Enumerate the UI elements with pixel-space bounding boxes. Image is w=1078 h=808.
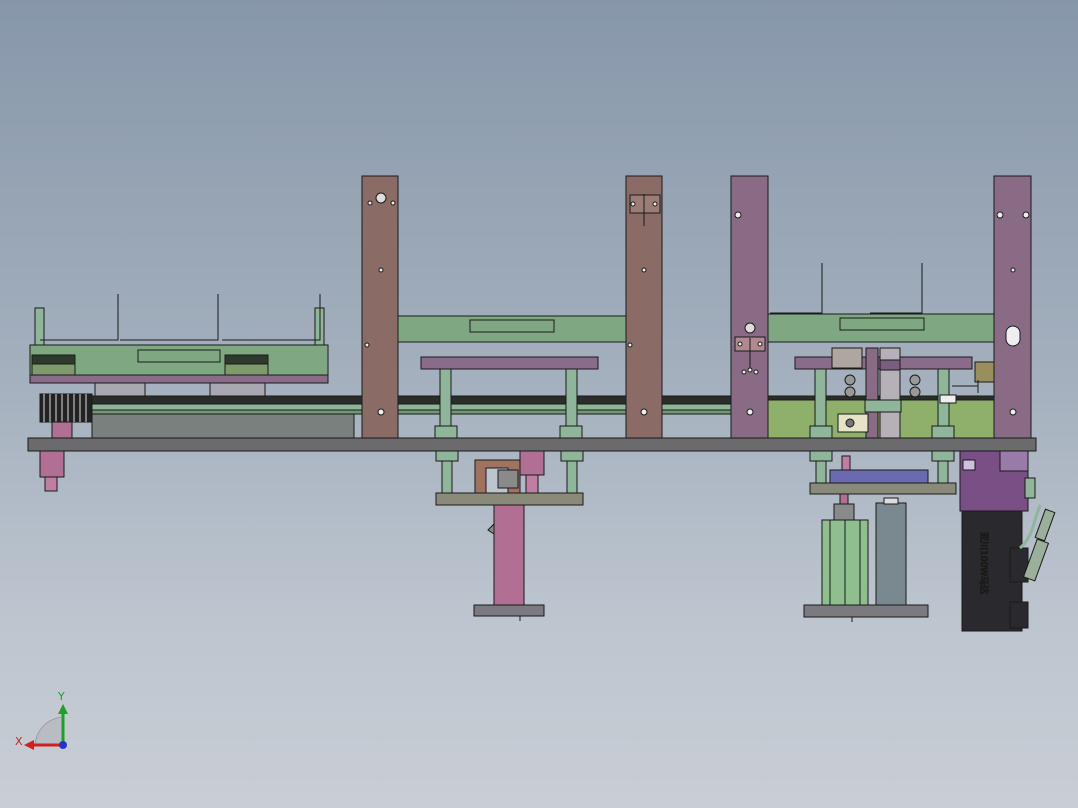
frame-pillar-left bbox=[361, 175, 399, 439]
coordinate-triad[interactable]: Y X bbox=[15, 690, 68, 750]
right-lift-stand bbox=[803, 450, 957, 622]
z-axis-dot bbox=[59, 741, 67, 749]
cad-viewport[interactable]: 亚川100W马达 Y X bbox=[0, 0, 1078, 808]
motor-model-label: 亚川100W马达 bbox=[978, 532, 990, 594]
x-axis-label: X bbox=[15, 735, 23, 748]
frame-pillar-center bbox=[625, 175, 663, 439]
left-foot bbox=[39, 450, 65, 492]
middle-station bbox=[397, 315, 627, 439]
right-station bbox=[767, 263, 1024, 439]
machine-assembly-drawing[interactable]: 亚川100W马达 Y X bbox=[0, 0, 1078, 808]
base-plate bbox=[27, 437, 1037, 452]
frame-pillar-right-inner bbox=[730, 175, 769, 439]
middle-lift-stand bbox=[435, 450, 584, 621]
left-conveyor-module bbox=[29, 294, 355, 439]
servo-motor: 亚川100W马达 bbox=[959, 450, 1056, 632]
y-axis-label: Y bbox=[57, 690, 65, 703]
frame-pillar-right-outer bbox=[993, 175, 1032, 439]
